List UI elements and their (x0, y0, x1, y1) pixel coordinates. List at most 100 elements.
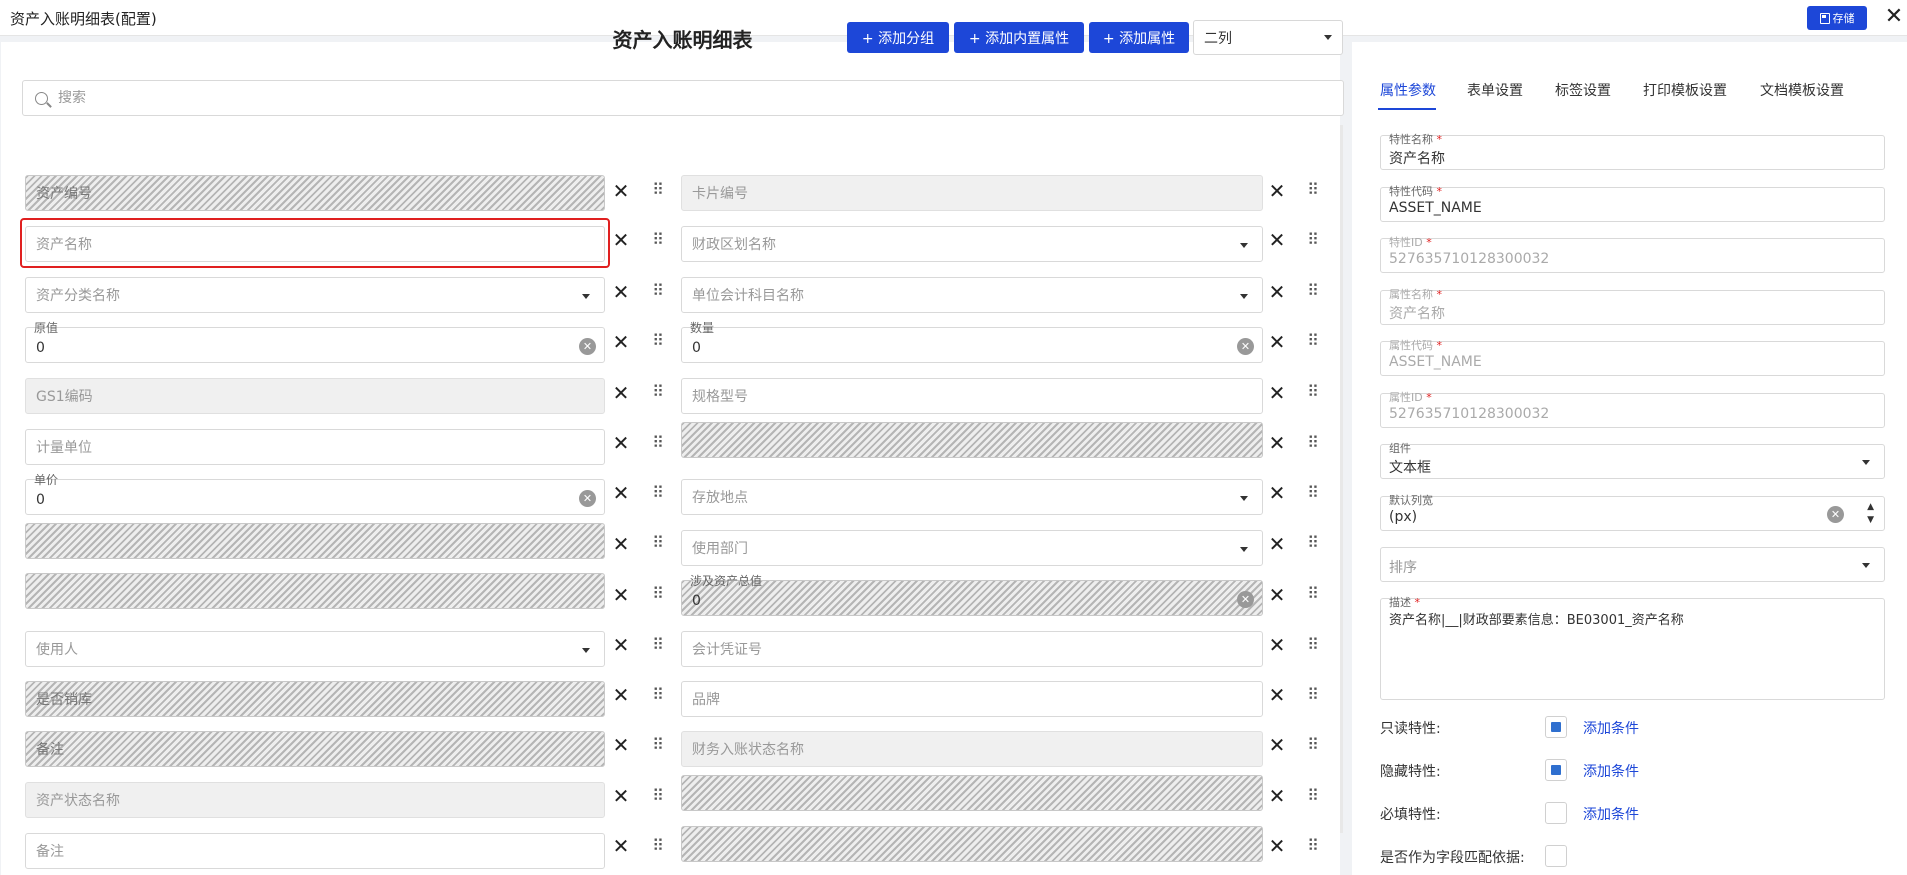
remove-field-icon[interactable]: ✕ (1266, 732, 1288, 758)
remove-field-icon[interactable]: ✕ (1266, 783, 1288, 809)
hidden-add-condition-link[interactable]: 添加条件 (1583, 761, 1639, 781)
clear-icon[interactable]: ✕ (1237, 591, 1254, 608)
drag-handle-icon[interactable]: ⠿ (1306, 331, 1320, 351)
tab-doc-template[interactable]: 文档模板设置 (1760, 80, 1844, 100)
hidden-checkbox[interactable] (1545, 759, 1567, 781)
drag-handle-icon[interactable]: ⠿ (651, 331, 665, 351)
field-asset-category[interactable]: 资产分类名称 (25, 277, 605, 313)
remove-field-icon[interactable]: ✕ (1266, 480, 1288, 506)
drag-handle-icon[interactable]: ⠿ (651, 433, 665, 453)
field-placeholder[interactable] (25, 573, 605, 609)
field-gs1-code[interactable]: GS1编码 (25, 378, 605, 414)
field-storage-location[interactable]: 存放地点 (681, 479, 1263, 515)
feature-name-field[interactable]: 特性名称 * 资产名称 (1380, 134, 1885, 170)
field-user[interactable]: 使用人 (25, 631, 605, 667)
drag-handle-icon[interactable]: ⠿ (1306, 533, 1320, 553)
close-icon[interactable]: ✕ (1883, 4, 1905, 30)
remove-field-icon[interactable]: ✕ (610, 682, 632, 708)
remove-field-icon[interactable]: ✕ (610, 380, 632, 406)
field-original-value[interactable]: 原值 0 ✕ (25, 322, 605, 363)
drag-handle-icon[interactable]: ⠿ (1306, 230, 1320, 250)
drag-handle-icon[interactable]: ⠿ (651, 836, 665, 856)
search-bar[interactable] (22, 80, 1344, 116)
tab-print-template[interactable]: 打印模板设置 (1643, 80, 1727, 100)
remove-field-icon[interactable]: ✕ (610, 732, 632, 758)
drag-handle-icon[interactable]: ⠿ (651, 533, 665, 553)
tab-form-settings[interactable]: 表单设置 (1467, 80, 1523, 100)
drag-handle-icon[interactable]: ⠿ (1306, 584, 1320, 604)
drag-handle-icon[interactable]: ⠿ (651, 180, 665, 200)
field-brand[interactable]: 品牌 (681, 681, 1263, 717)
field-is-write-off[interactable]: 是否销库 (25, 681, 605, 717)
tab-label-settings[interactable]: 标签设置 (1555, 80, 1611, 100)
drag-handle-icon[interactable]: ⠿ (1306, 382, 1320, 402)
remove-field-icon[interactable]: ✕ (610, 430, 632, 456)
stepper-icon[interactable]: ▲ ▼ (1867, 501, 1874, 527)
field-total-asset-value[interactable]: 涉及资产总值 0 ✕ (681, 575, 1263, 616)
remove-field-icon[interactable]: ✕ (610, 783, 632, 809)
field-quantity[interactable]: 数量 0 ✕ (681, 322, 1263, 363)
remove-field-icon[interactable]: ✕ (610, 480, 632, 506)
field-using-department[interactable]: 使用部门 (681, 530, 1263, 566)
match-basis-checkbox[interactable] (1545, 845, 1567, 867)
drag-handle-icon[interactable]: ⠿ (1306, 281, 1320, 301)
add-group-button[interactable]: + 添加分组 (847, 22, 949, 53)
remove-field-icon[interactable]: ✕ (610, 178, 632, 204)
required-add-condition-link[interactable]: 添加条件 (1583, 804, 1639, 824)
remove-field-icon[interactable]: ✕ (1266, 632, 1288, 658)
clear-icon[interactable]: ✕ (1827, 506, 1844, 523)
field-placeholder[interactable] (681, 422, 1263, 458)
remove-field-icon[interactable]: ✕ (610, 632, 632, 658)
remove-field-icon[interactable]: ✕ (610, 582, 632, 608)
drag-handle-icon[interactable]: ⠿ (651, 735, 665, 755)
drag-handle-icon[interactable]: ⠿ (1306, 433, 1320, 453)
field-asset-status[interactable]: 资产状态名称 (25, 782, 605, 818)
drag-handle-icon[interactable]: ⠿ (651, 483, 665, 503)
sort-select[interactable]: 排序 (1380, 547, 1885, 582)
field-voucher-number[interactable]: 会计凭证号 (681, 631, 1263, 667)
field-placeholder[interactable] (681, 775, 1263, 811)
search-input[interactable] (58, 90, 658, 106)
remove-field-icon[interactable]: ✕ (1266, 582, 1288, 608)
remove-field-icon[interactable]: ✕ (1266, 682, 1288, 708)
remove-field-icon[interactable]: ✕ (1266, 279, 1288, 305)
tab-attribute-params[interactable]: 属性参数 (1380, 80, 1436, 100)
remove-field-icon[interactable]: ✕ (1266, 227, 1288, 253)
remove-field-icon[interactable]: ✕ (610, 531, 632, 557)
field-placeholder[interactable] (25, 523, 605, 559)
clear-icon[interactable]: ✕ (579, 338, 596, 355)
clear-icon[interactable]: ✕ (1237, 338, 1254, 355)
field-spec-model[interactable]: 规格型号 (681, 378, 1263, 414)
field-asset-name[interactable]: 资产名称 (25, 226, 605, 262)
remove-field-icon[interactable]: ✕ (1266, 531, 1288, 557)
default-col-width-input[interactable]: 默认列宽 (px) ✕ ▲ ▼ (1380, 495, 1885, 531)
field-placeholder[interactable] (681, 826, 1263, 862)
drag-handle-icon[interactable]: ⠿ (651, 685, 665, 705)
scrollbar[interactable] (1340, 125, 1343, 833)
remove-field-icon[interactable]: ✕ (610, 329, 632, 355)
remove-field-icon[interactable]: ✕ (1266, 178, 1288, 204)
readonly-add-condition-link[interactable]: 添加条件 (1583, 718, 1639, 738)
field-accounting-subject[interactable]: 单位会计科目名称 (681, 277, 1263, 313)
remove-field-icon[interactable]: ✕ (610, 833, 632, 859)
remove-field-icon[interactable]: ✕ (1266, 329, 1288, 355)
remove-field-icon[interactable]: ✕ (1266, 833, 1288, 859)
drag-handle-icon[interactable]: ⠿ (1306, 685, 1320, 705)
drag-handle-icon[interactable]: ⠿ (651, 635, 665, 655)
field-unit-price[interactable]: 单价 0 ✕ (25, 474, 605, 515)
field-card-number[interactable]: 卡片编号 (681, 175, 1263, 211)
remove-field-icon[interactable]: ✕ (610, 227, 632, 253)
drag-handle-icon[interactable]: ⠿ (651, 786, 665, 806)
drag-handle-icon[interactable]: ⠿ (1306, 836, 1320, 856)
field-asset-number[interactable]: 资产编号 (25, 175, 605, 211)
remove-field-icon[interactable]: ✕ (1266, 430, 1288, 456)
drag-handle-icon[interactable]: ⠿ (651, 281, 665, 301)
clear-icon[interactable]: ✕ (579, 490, 596, 507)
description-textarea[interactable]: 描述 * 资产名称|__|财政部要素信息：BE03001_资产名称 (1380, 597, 1885, 700)
drag-handle-icon[interactable]: ⠿ (651, 584, 665, 604)
field-finance-status[interactable]: 财务入账状态名称 (681, 731, 1263, 767)
field-remarks[interactable]: 备注 (25, 833, 605, 869)
feature-code-field[interactable]: 特性代码 * ASSET_NAME (1380, 186, 1885, 222)
add-attr-button[interactable]: + 添加属性 (1089, 22, 1189, 53)
drag-handle-icon[interactable]: ⠿ (651, 382, 665, 402)
